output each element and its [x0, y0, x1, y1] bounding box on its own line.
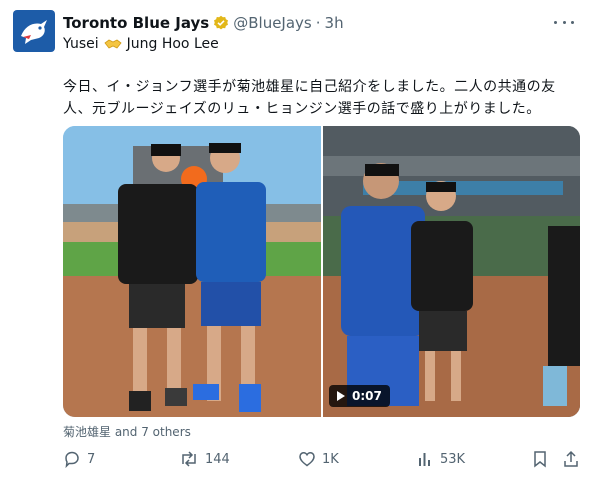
play-icon — [337, 391, 345, 401]
share-button[interactable] — [563, 450, 585, 468]
views-button[interactable]: 53K — [416, 450, 465, 468]
tweet-text-line-1: 今日、イ・ジョンフ選手が菊池雄星に自己紹介をしました。二人の共通の友 — [63, 79, 556, 95]
liked-by-text[interactable]: 菊池雄星 and 7 others — [63, 423, 191, 440]
like-button[interactable]: 1K — [298, 450, 339, 468]
video-duration-badge[interactable]: 0:07 — [329, 385, 390, 407]
heart-icon — [299, 452, 315, 467]
repost-count: 144 — [205, 451, 230, 467]
photo-players-posing[interactable] — [63, 126, 321, 417]
view-count: 53K — [440, 451, 466, 467]
reply-count: 7 — [87, 451, 96, 467]
subline-right-name: Jung Hoo Lee — [126, 36, 219, 52]
share-icon — [564, 450, 578, 467]
repost-button[interactable]: 144 — [179, 450, 230, 468]
reply-button[interactable]: 7 — [63, 450, 95, 468]
more-options-icon[interactable] — [554, 16, 574, 28]
avatar[interactable] — [13, 10, 55, 52]
timestamp[interactable]: 3h — [325, 14, 344, 32]
repost-icon — [182, 451, 196, 467]
tweet-text-line-2: 人、元ブルージェイズのリュ・ヒョンジン選手の話で盛り上がりました。 — [63, 101, 541, 117]
account-handle[interactable]: @BlueJays — [233, 14, 312, 32]
subline-left-name: Yusei — [63, 36, 99, 52]
media-grid: 0:07 — [63, 126, 580, 417]
reply-icon — [65, 451, 79, 468]
like-count: 1K — [322, 451, 339, 467]
separator-dot: · — [315, 14, 321, 32]
handshake-icon — [104, 39, 122, 49]
tweet-header: Toronto Blue Jays @BlueJays · 3h — [63, 12, 574, 34]
account-name[interactable]: Toronto Blue Jays — [63, 14, 209, 32]
tweet-text: 今日、イ・ジョンフ選手が菊池雄星に自己紹介をしました。二人の共通の友 人、元ブル… — [63, 76, 573, 120]
video-duration: 0:07 — [352, 389, 382, 403]
views-bar-chart-icon — [419, 453, 430, 466]
tweet-actions: 7 144 1K 53K — [63, 450, 583, 472]
verified-badge-icon — [214, 15, 229, 30]
tweet-subline: Yusei Jung Hoo Lee — [63, 36, 219, 52]
video-players-talking[interactable]: 0:07 — [323, 126, 580, 417]
bookmark-icon — [534, 451, 546, 468]
bookmark-button[interactable] — [532, 450, 554, 468]
blue-jays-logo-icon — [21, 20, 47, 44]
